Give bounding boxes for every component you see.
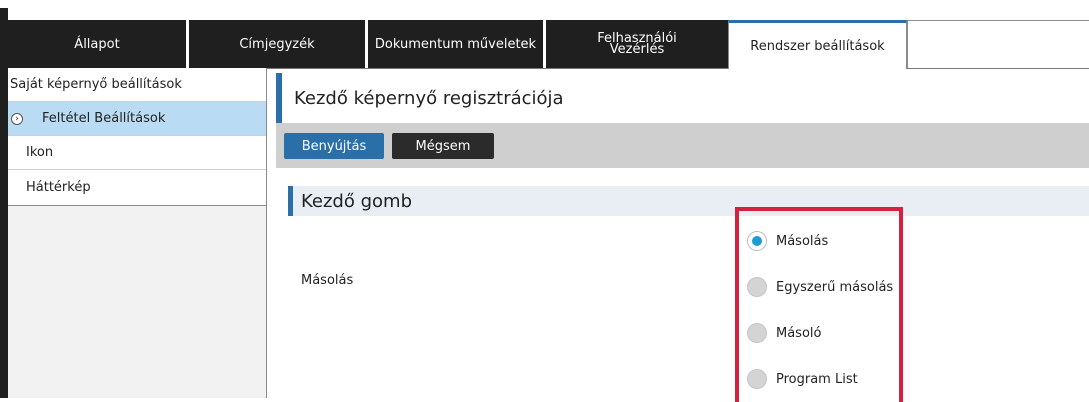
left-edge: [0, 8, 8, 398]
tab-system-settings[interactable]: Rendszer beállítások: [728, 20, 907, 69]
radio-group-highlight: Másolás Egyszerű másolás Másoló Program …: [735, 207, 903, 402]
radio-label: Másolás: [776, 233, 829, 249]
action-bar: Benyújtás Mégsem: [276, 123, 1089, 168]
radio-option-copier[interactable]: Másoló: [747, 323, 821, 343]
submit-button[interactable]: Benyújtás: [284, 133, 384, 159]
sidebar-item-label: Ikon: [26, 145, 54, 160]
radio-label: Másoló: [776, 325, 822, 341]
tab-status[interactable]: Állapot: [8, 20, 186, 68]
radio-option-copy[interactable]: Másolás: [747, 231, 828, 251]
sidebar-item-label: Saját képernyő beállítások: [10, 77, 182, 92]
radio-option-program-list[interactable]: Program List: [747, 369, 858, 389]
sidebar: Saját képernyő beállítások › Feltétel Be…: [8, 68, 267, 398]
radio-option-easy-copy[interactable]: Egyszerű másolás: [747, 277, 893, 297]
sidebar-item-home-screen-settings[interactable]: Saját képernyő beállítások: [8, 68, 266, 102]
radio-unselected-icon: [747, 323, 767, 343]
sidebar-item-icon[interactable]: Ikon: [8, 136, 266, 170]
tab-user-control-label: Felhasználói Vezérlés: [597, 31, 677, 57]
top-edge: [0, 0, 1089, 8]
radio-unselected-icon: [747, 369, 767, 389]
radio-label: Program List: [776, 371, 858, 387]
radio-label: Egyszerű másolás: [776, 279, 894, 295]
section-header: Kezdő gomb: [288, 186, 1089, 216]
sidebar-item-label: Feltétel Beállítások: [42, 111, 166, 126]
radio-unselected-icon: [747, 277, 767, 297]
sidebar-item-label: Háttérkép: [26, 179, 91, 195]
radio-selected-icon: [747, 231, 767, 251]
page-title: Kezdő képernyő regisztrációja: [276, 73, 1089, 123]
tab-user-control[interactable]: Felhasználói Vezérlés: [546, 20, 728, 68]
tab-bar-filler: [907, 20, 1089, 68]
main-panel: Kezdő képernyő regisztrációja Benyújtás …: [276, 68, 1089, 402]
app-window: Állapot Címjegyzék Dokumentum műveletek …: [0, 0, 1089, 402]
tab-address-book[interactable]: Címjegyzék: [189, 20, 365, 68]
tab-document-operations[interactable]: Dokumentum műveletek: [368, 20, 543, 68]
chevron-right-icon: ›: [11, 113, 23, 125]
tab-bar: Állapot Címjegyzék Dokumentum műveletek …: [8, 8, 1089, 69]
sidebar-item-condition-settings[interactable]: › Feltétel Beállítások: [8, 102, 266, 136]
field-label: Másolás: [301, 273, 354, 288]
cancel-button[interactable]: Mégsem: [392, 133, 494, 159]
sidebar-item-wallpaper[interactable]: Háttérkép: [8, 170, 266, 204]
sidebar-list: Saját képernyő beállítások › Feltétel Be…: [8, 68, 266, 206]
